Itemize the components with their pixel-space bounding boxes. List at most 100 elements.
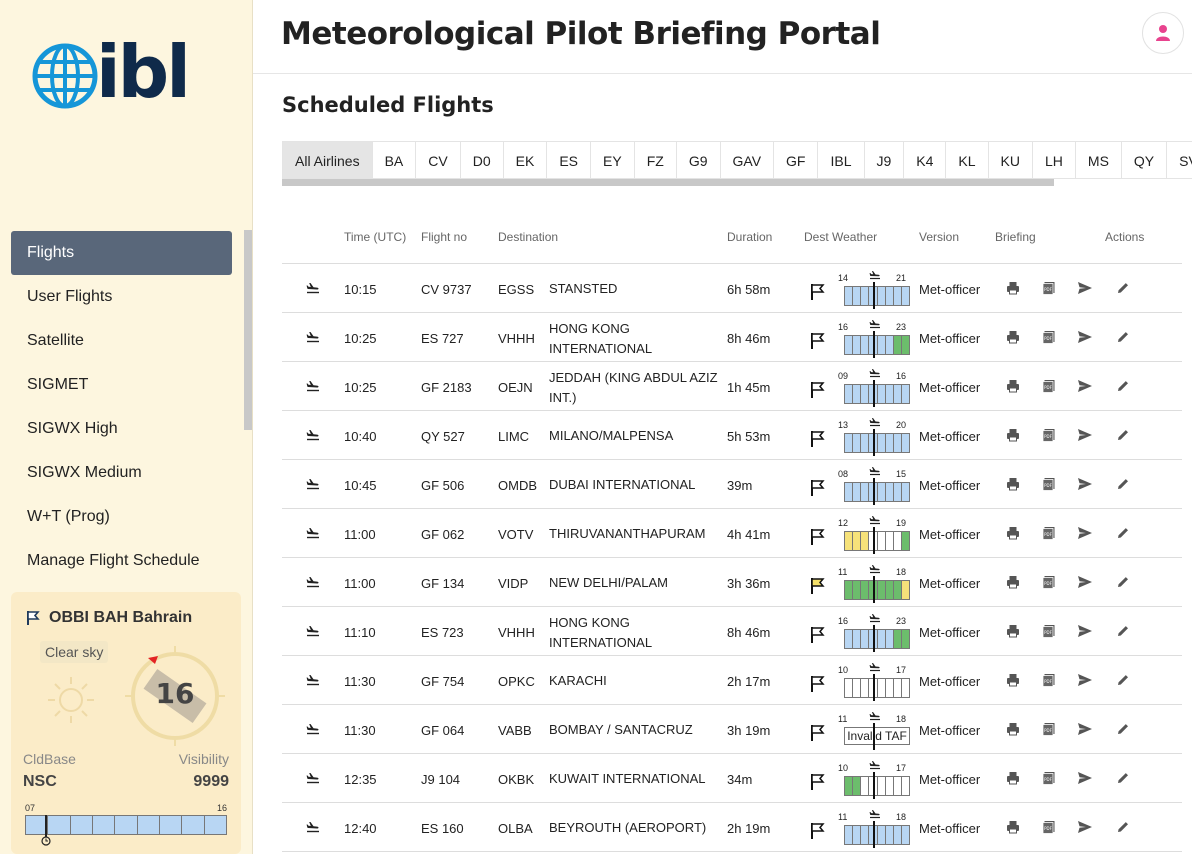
dest-weather[interactable]: 11 18 — [809, 565, 919, 603]
print-icon[interactable] — [1006, 771, 1020, 788]
flight-row[interactable]: 12:35 J9 104 OKBK KUWAIT INTERNATIONAL 34m 10… — [282, 754, 1182, 803]
tab-k4[interactable]: K4 — [904, 141, 947, 179]
edit-icon[interactable] — [1116, 771, 1130, 788]
sidebar-item-sigwx-medium[interactable]: SIGWX Medium — [11, 451, 232, 495]
tab-j9[interactable]: J9 — [864, 141, 905, 179]
dest-weather[interactable]: 16 23 — [809, 320, 919, 358]
send-icon[interactable] — [1077, 281, 1093, 298]
edit-icon[interactable] — [1116, 281, 1130, 298]
print-icon[interactable] — [1006, 379, 1020, 396]
send-icon[interactable] — [1077, 428, 1093, 445]
pdf-icon[interactable]: PDF — [1042, 771, 1056, 788]
print-icon[interactable] — [1006, 477, 1020, 494]
sidebar-item-sigmet[interactable]: SIGMET — [11, 363, 232, 407]
send-icon[interactable] — [1077, 624, 1093, 641]
flight-row[interactable]: 11:10 ES 723 VHHH HONG KONG INTERNATIONAL 8h… — [282, 607, 1182, 656]
dest-weather[interactable]: 10 17 — [809, 663, 919, 701]
sidebar-item-satellite[interactable]: Satellite — [11, 319, 232, 363]
dest-weather[interactable]: 13 20 — [809, 418, 919, 456]
sidebar-item-w-t-prog[interactable]: W+T (Prog) — [11, 495, 232, 539]
sidebar-item-flights[interactable]: Flights — [11, 231, 232, 275]
send-icon[interactable] — [1077, 722, 1093, 739]
dest-weather[interactable]: 12 19 — [809, 516, 919, 554]
print-icon[interactable] — [1006, 330, 1020, 347]
sidebar-item-manage-flight-schedule[interactable]: Manage Flight Schedule — [11, 539, 232, 583]
send-icon[interactable] — [1077, 477, 1093, 494]
send-icon[interactable] — [1077, 379, 1093, 396]
flight-row[interactable]: 11:30 GF 754 OPKC KARACHI 2h 17m 10 17 Met-offi… — [282, 656, 1182, 705]
edit-icon[interactable] — [1116, 673, 1130, 690]
edit-icon[interactable] — [1116, 330, 1130, 347]
tab-ms[interactable]: MS — [1075, 141, 1122, 179]
flight-row[interactable]: 10:25 ES 727 VHHH HONG KONG INTERNATIONAL 8h… — [282, 313, 1182, 362]
pdf-icon[interactable]: PDF — [1042, 379, 1056, 396]
flight-row[interactable]: 10:25 GF 2183 OEJN JEDDAH (KING ABDUL AZIZ … — [282, 362, 1182, 411]
sidebar-scrollbar[interactable] — [244, 230, 252, 430]
dest-weather[interactable]: 08 15 — [809, 467, 919, 505]
tab-qy[interactable]: QY — [1121, 141, 1168, 179]
flight-row[interactable]: 11:00 GF 134 VIDP NEW DELHI/PALAM 3h 36m 11 18… — [282, 558, 1182, 607]
tab-ey[interactable]: EY — [591, 141, 635, 179]
pdf-icon[interactable]: PDF — [1042, 673, 1056, 690]
edit-icon[interactable] — [1116, 477, 1130, 494]
pdf-icon[interactable]: PDF — [1042, 428, 1056, 445]
tab-ek[interactable]: EK — [503, 141, 548, 179]
pdf-icon[interactable]: PDF — [1042, 477, 1056, 494]
tab-ibl[interactable]: IBL — [818, 141, 865, 179]
pdf-icon[interactable]: PDF — [1042, 526, 1056, 543]
flight-row[interactable]: 10:40 QY 527 LIMC MILANO/MALPENSA 5h 53m 13 20… — [282, 411, 1182, 460]
print-icon[interactable] — [1006, 722, 1020, 739]
tab-es[interactable]: ES — [547, 141, 592, 179]
pdf-icon[interactable]: PDF — [1042, 624, 1056, 641]
dest-weather[interactable]: 16 23 — [809, 614, 919, 652]
dest-weather[interactable]: 09 16 — [809, 369, 919, 407]
pdf-icon[interactable]: PDF — [1042, 575, 1056, 592]
send-icon[interactable] — [1077, 673, 1093, 690]
edit-icon[interactable] — [1116, 428, 1130, 445]
print-icon[interactable] — [1006, 526, 1020, 543]
edit-icon[interactable] — [1116, 526, 1130, 543]
pdf-icon[interactable]: PDF — [1042, 820, 1056, 837]
print-icon[interactable] — [1006, 281, 1020, 298]
edit-icon[interactable] — [1116, 379, 1130, 396]
tab-all-airlines[interactable]: All Airlines — [282, 141, 373, 179]
tabs-scrollbar[interactable] — [282, 179, 1054, 186]
print-icon[interactable] — [1006, 624, 1020, 641]
print-icon[interactable] — [1006, 575, 1020, 592]
tab-ba[interactable]: BA — [372, 141, 417, 179]
print-icon[interactable] — [1006, 673, 1020, 690]
flight-row[interactable]: 10:15 CV 9737 EGSS STANSTED 6h 58m 14 21 Met-of… — [282, 264, 1182, 313]
flight-row[interactable]: 11:00 GF 062 VOTV THIRUVANANTHAPURAM 4h 41m 1… — [282, 509, 1182, 558]
dest-weather[interactable]: 10 17 — [809, 761, 919, 799]
tab-d0[interactable]: D0 — [460, 141, 504, 179]
pdf-icon[interactable]: PDF — [1042, 330, 1056, 347]
tab-ku[interactable]: KU — [988, 141, 1033, 179]
tab-kl[interactable]: KL — [946, 141, 989, 179]
flight-row[interactable]: 11:30 GF 064 VABB BOMBAY / SANTACRUZ 3h 19m 1… — [282, 705, 1182, 754]
flight-row[interactable]: 10:45 GF 506 OMDB DUBAI INTERNATIONAL 39m 08 1… — [282, 460, 1182, 509]
dest-weather[interactable]: 14 21 — [809, 271, 919, 309]
send-icon[interactable] — [1077, 575, 1093, 592]
dest-weather[interactable]: 11 18 Invalid TAF — [809, 712, 919, 750]
send-icon[interactable] — [1077, 526, 1093, 543]
edit-icon[interactable] — [1116, 722, 1130, 739]
flight-row[interactable]: 12:40 ES 160 OLBA BEYROUTH (AEROPORT) 2h 19m… — [282, 803, 1182, 852]
send-icon[interactable] — [1077, 771, 1093, 788]
dest-weather[interactable]: 11 18 — [809, 810, 919, 848]
tab-gf[interactable]: GF — [774, 141, 819, 179]
pdf-icon[interactable]: PDF — [1042, 281, 1056, 298]
ibl-logo[interactable]: ibl — [32, 32, 192, 114]
tab-fz[interactable]: FZ — [634, 141, 677, 179]
pdf-icon[interactable]: PDF — [1042, 722, 1056, 739]
send-icon[interactable] — [1077, 820, 1093, 837]
sidebar-item-user-flights[interactable]: User Flights — [11, 275, 232, 319]
send-icon[interactable] — [1077, 330, 1093, 347]
tab-lh[interactable]: LH — [1033, 141, 1076, 179]
edit-icon[interactable] — [1116, 575, 1130, 592]
tab-gav[interactable]: GAV — [720, 141, 775, 179]
print-icon[interactable] — [1006, 428, 1020, 445]
edit-icon[interactable] — [1116, 624, 1130, 641]
tab-g9[interactable]: G9 — [676, 141, 721, 179]
user-avatar-button[interactable] — [1142, 12, 1184, 54]
tab-cv[interactable]: CV — [416, 141, 461, 179]
